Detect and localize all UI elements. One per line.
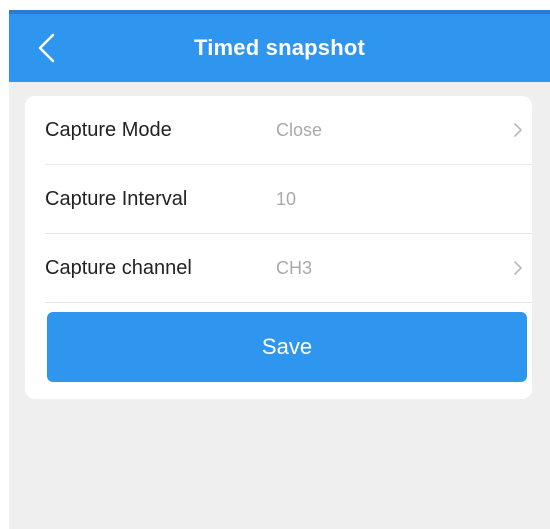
- chevron-right-icon: [514, 123, 522, 137]
- header-bar: Timed snapshot: [9, 14, 550, 82]
- capture-channel-row[interactable]: Capture channel CH3: [25, 234, 532, 302]
- capture-mode-row[interactable]: Capture Mode Close: [25, 96, 532, 164]
- capture-interval-value[interactable]: 10: [276, 165, 296, 233]
- chevron-right-icon: [514, 261, 522, 275]
- settings-card: Capture Mode Close Capture Interval 10 C…: [25, 96, 532, 399]
- app-screen: Timed snapshot Capture Mode Close Captur…: [9, 10, 550, 529]
- capture-interval-label: Capture Interval: [45, 188, 188, 210]
- page-title: Timed snapshot: [193, 35, 366, 60]
- capture-mode-value: Close: [276, 120, 323, 140]
- row-divider: [45, 302, 532, 303]
- capture-mode-label: Capture Mode: [45, 119, 172, 141]
- capture-channel-value: CH3: [276, 258, 313, 278]
- save-button[interactable]: Save: [47, 312, 527, 382]
- capture-interval-row[interactable]: Capture Interval 10: [25, 165, 532, 233]
- capture-channel-label: Capture channel: [45, 257, 192, 279]
